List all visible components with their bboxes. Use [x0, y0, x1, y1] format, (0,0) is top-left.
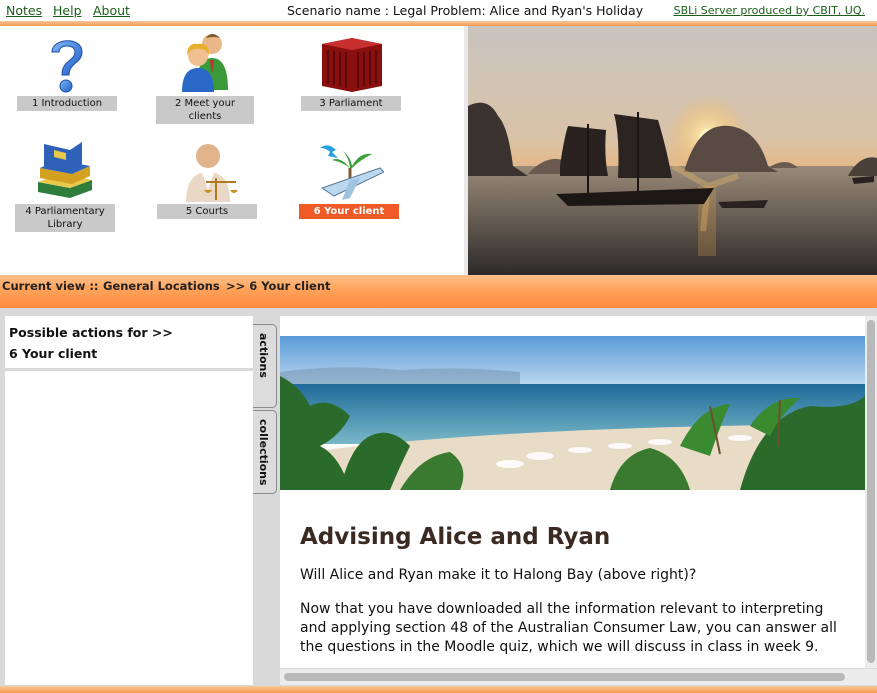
possible-actions-header: Possible actions for >> 6 Your client [5, 316, 253, 368]
vertical-scroll-thumb[interactable] [867, 320, 875, 663]
question-mark-icon [32, 30, 102, 96]
location-courts[interactable]: 5 Courts [152, 138, 262, 219]
app-root: Notes Help About Scenario name : Legal P… [0, 0, 877, 693]
location-label: 4 Parliamentary Library [15, 204, 115, 232]
locations-panel: 1 Introduction 2 Meet your clients 3 Par… [0, 26, 464, 275]
location-parliament[interactable]: 3 Parliament [296, 30, 406, 111]
current-view-bar: Current view :: General Locations >> 6 Y… [0, 275, 877, 308]
content-vertical-scrollbar[interactable] [865, 316, 877, 668]
horizontal-scroll-thumb[interactable] [284, 673, 845, 681]
tab-collections-label: collections [257, 419, 270, 486]
notes-link[interactable]: Notes [6, 3, 42, 18]
server-link[interactable]: SBLi Server produced by CBIT, UQ. [674, 4, 865, 17]
location-introduction[interactable]: 1 Introduction [12, 30, 122, 111]
airplane-palm-icon [314, 138, 385, 204]
about-link[interactable]: About [93, 3, 130, 18]
location-label: 1 Introduction [17, 96, 117, 111]
breadcrumb-your-client: >> 6 Your client [226, 279, 331, 293]
content-heading: Advising Alice and Ryan [300, 524, 611, 550]
breadcrumb-general-locations[interactable]: General Locations [103, 279, 220, 293]
location-meet-clients[interactable]: 2 Meet your clients [150, 30, 260, 124]
possible-actions-location: 6 Your client [9, 346, 98, 361]
location-label: 6 Your client [299, 204, 399, 219]
halong-bay-photo [468, 26, 877, 275]
actions-list [5, 371, 253, 685]
location-parliamentary-library[interactable]: 4 Parliamentary Library [10, 138, 120, 232]
tab-collections[interactable]: collections [253, 410, 277, 494]
location-label: 5 Courts [157, 204, 257, 219]
people-icon [170, 30, 240, 96]
books-icon [30, 138, 100, 204]
scenario-title: Scenario name : Legal Problem: Alice and… [287, 3, 644, 18]
help-link[interactable]: Help [53, 3, 82, 18]
bottom-divider [0, 686, 877, 693]
tab-actions-label: actions [257, 333, 270, 378]
content-paragraph-question: Will Alice and Ryan make it to Halong Ba… [300, 567, 697, 583]
content-paragraph-instructions: Now that you have downloaded all the inf… [300, 601, 837, 655]
top-menu-bar: Notes Help About Scenario name : Legal P… [0, 0, 877, 22]
possible-actions-title: Possible actions for >> [9, 325, 173, 340]
current-view-prefix: Current view :: [2, 279, 99, 293]
content-horizontal-scrollbar[interactable] [280, 669, 877, 685]
location-your-client[interactable]: 6 Your client [294, 138, 404, 219]
beach-banner-image [280, 336, 865, 490]
location-label: 2 Meet your clients [156, 96, 254, 124]
judge-scales-icon [172, 138, 242, 204]
tab-actions[interactable]: actions [253, 324, 277, 408]
content-pane: Advising Alice and Ryan Will Alice and R… [280, 316, 865, 668]
location-label: 3 Parliament [301, 96, 401, 111]
parliament-building-icon [316, 30, 386, 96]
